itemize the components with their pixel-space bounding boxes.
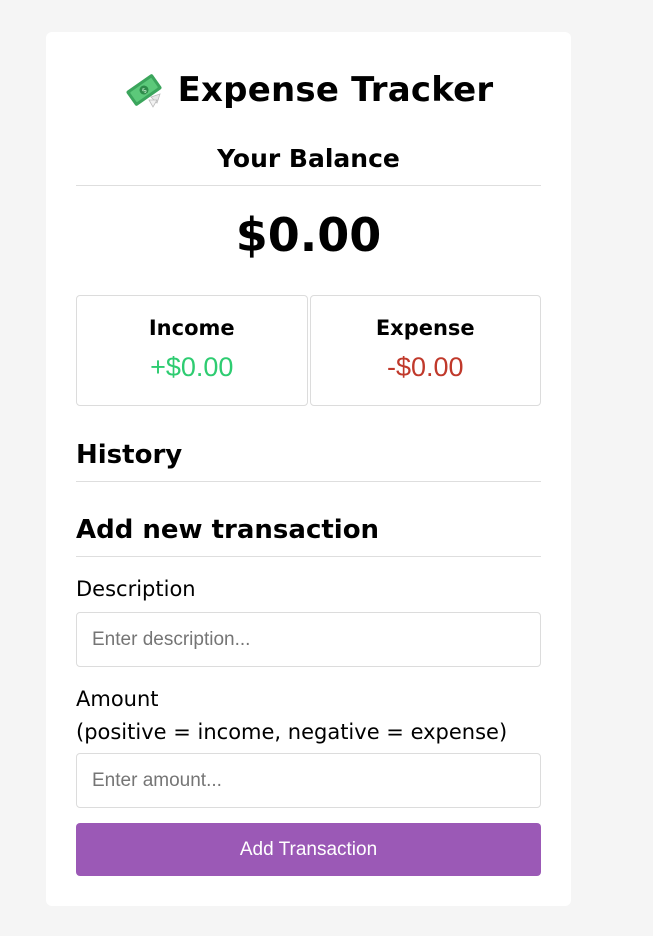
amount-hint: (positive = income, negative = expense) [76, 720, 508, 744]
description-label: Description [76, 577, 196, 601]
history-title: History [76, 440, 183, 470]
amount-label: Amount [76, 687, 159, 711]
income-box: Income +$0.00 [76, 295, 308, 406]
divider [76, 481, 541, 482]
add-transaction-button[interactable]: Add Transaction [76, 823, 541, 876]
income-label: Income [148, 316, 235, 340]
expense-label: Expense [375, 316, 475, 340]
header: $ Expense Tracker [46, 68, 571, 112]
balance-value: $0.00 [235, 208, 382, 262]
expense-value: -$0.00 [386, 352, 464, 382]
income-value: +$0.00 [150, 352, 234, 382]
amount-input[interactable]: Enter amount... [76, 753, 541, 808]
summary-boxes: Income +$0.00 Expense -$0.00 [76, 295, 541, 406]
app-title: Expense Tracker [177, 70, 494, 110]
add-transaction-title: Add new transaction [76, 515, 380, 545]
divider [76, 185, 541, 186]
money-with-wings-icon: $ [124, 70, 164, 110]
expense-tracker-card: $ Expense Tracker Your Balance $0.00 Inc… [46, 32, 571, 906]
expense-box: Expense -$0.00 [309, 295, 541, 406]
balance-label: Your Balance [217, 144, 400, 173]
divider [76, 556, 541, 557]
description-input[interactable]: Enter description... [76, 612, 541, 667]
